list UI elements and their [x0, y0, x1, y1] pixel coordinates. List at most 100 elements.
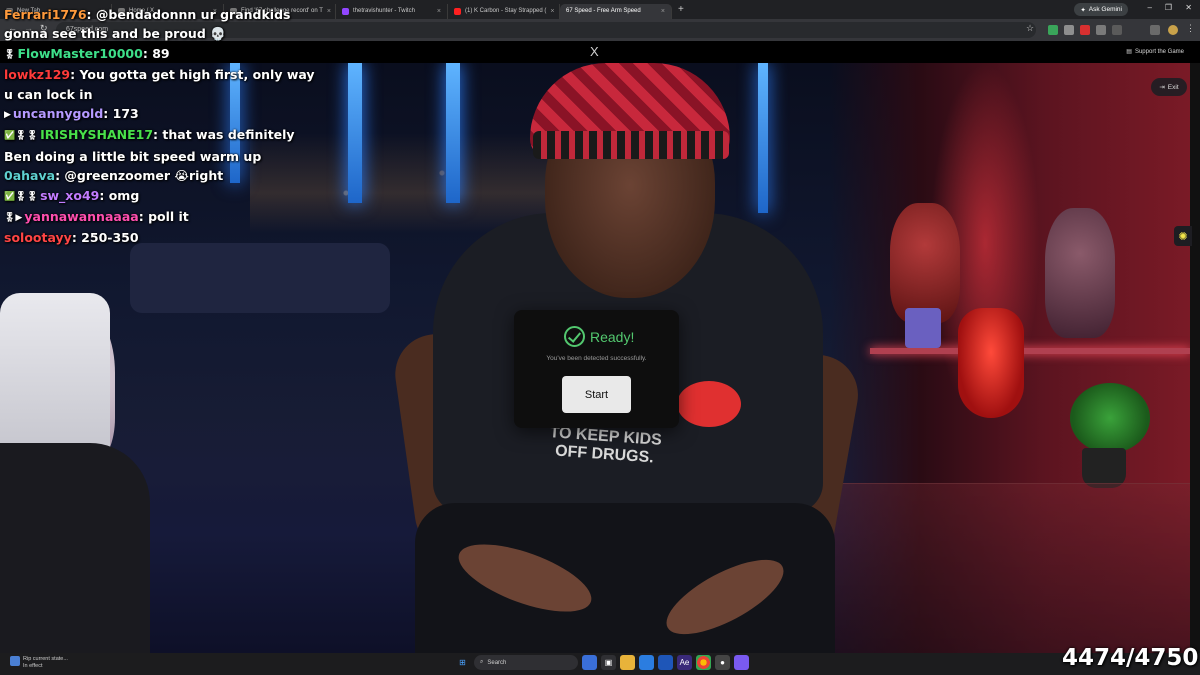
chat-username[interactable]: solootayy — [4, 230, 72, 245]
chat-username[interactable]: 0ahava — [4, 168, 55, 183]
chat-username[interactable]: Ferrari1776 — [4, 7, 87, 22]
after-effects-icon[interactable]: Ae — [677, 655, 692, 670]
ready-dialog: Ready! You've been detected successfully… — [514, 310, 679, 428]
chat-username[interactable]: FlowMaster10000 — [17, 46, 142, 61]
support-label: Support the Game — [1134, 48, 1184, 55]
taskbar-status[interactable]: Rip current state... In effect — [10, 656, 68, 670]
bookmark-star-icon[interactable]: ☆ — [1026, 23, 1034, 34]
chat-username[interactable]: yannawannaaaa — [24, 209, 138, 224]
browser-tab-active[interactable]: 67 Speed - Free Arm Speed × — [560, 3, 672, 19]
chat-username[interactable]: IRISHYSHANE17 — [40, 127, 153, 142]
user-badge-icon: 🎖▶ — [4, 213, 23, 224]
chat-separator: : — [138, 209, 149, 225]
chat-separator: : — [153, 127, 163, 143]
shirt-logo — [677, 381, 741, 427]
extension-icon[interactable] — [1112, 25, 1122, 35]
taskbar-search[interactable]: ⌕ Search — [474, 655, 578, 670]
chat-separator: : — [86, 7, 96, 22]
chat-text: You gotta get high first, only way — [79, 67, 315, 83]
extension-icon[interactable] — [1096, 25, 1106, 35]
obs-icon[interactable]: ● — [715, 655, 730, 670]
search-icon: ⌕ — [480, 659, 484, 665]
close-icon[interactable]: × — [661, 8, 665, 15]
x-logo-icon[interactable]: X — [590, 44, 599, 59]
profile-avatar[interactable] — [1168, 25, 1178, 35]
chat-text: u can lock in — [4, 86, 93, 102]
chat-message: solootayy: 250-350 — [4, 228, 304, 247]
photos-icon[interactable] — [658, 655, 673, 670]
store-icon[interactable] — [639, 655, 654, 670]
chat-message: u can lock in — [4, 85, 304, 104]
close-icon[interactable]: × — [550, 8, 554, 15]
toy-figure — [890, 203, 960, 323]
chat-separator: : — [103, 106, 113, 122]
chrome-icon[interactable] — [696, 655, 711, 670]
box-item — [905, 308, 941, 348]
couch — [130, 243, 390, 313]
start-button[interactable]: Start — [562, 376, 631, 413]
extension-icon[interactable] — [1064, 25, 1074, 35]
chat-message: ✅🎖🎖 sw_xo49: omg — [4, 186, 304, 207]
ready-subtitle: You've been detected successfully. — [546, 355, 647, 362]
file-explorer-icon[interactable] — [620, 655, 635, 670]
chat-text: 89 — [152, 45, 170, 61]
search-label: Search — [487, 659, 507, 666]
exit-icon: ⇥ — [1159, 84, 1165, 91]
chat-text: gonna see this and be proud 💀 — [4, 26, 226, 42]
chat-message: ▶ uncannygold: 173 — [4, 104, 304, 125]
support-the-game-link[interactable]: ▤ Support the Game — [1126, 48, 1184, 56]
chat-message: 🎖 FlowMaster10000: 89 — [4, 44, 304, 65]
kebab-menu-icon[interactable]: ⋮ — [1186, 23, 1195, 34]
chat-text: 173 — [112, 106, 139, 122]
chat-overlay: Ferrari1776: @bendadonnn ur grandkids gon… — [4, 5, 315, 248]
downloads-icon[interactable] — [1150, 25, 1160, 35]
ask-gemini-label: Ask Gemini — [1088, 6, 1122, 13]
close-window-icon[interactable]: ✕ — [1185, 3, 1192, 12]
tab-label: 67 Speed - Free Arm Speed — [566, 8, 641, 14]
exit-button[interactable]: ⇥ Exit — [1151, 78, 1187, 96]
chat-username[interactable]: lowkz129 — [4, 67, 70, 82]
extension-icon[interactable] — [1048, 25, 1058, 35]
chat-separator: : — [142, 45, 153, 61]
chat-username[interactable]: sw_xo49 — [40, 188, 99, 203]
user-badge-icon: 🎖 — [4, 49, 16, 60]
person-foreground — [0, 443, 150, 653]
chat-message: Ben doing a little bit speed warm up — [4, 147, 304, 166]
status-line: In effect — [23, 663, 43, 669]
chat-separator: : — [71, 230, 82, 246]
chat-text: @bendadonnn ur grandkids — [95, 7, 291, 22]
chat-text: Ben doing a little bit speed warm up — [4, 148, 262, 164]
browser-tab[interactable]: (1) K Carbon - Stay Strapped (× — [448, 3, 560, 19]
support-icon: ▤ — [1126, 49, 1132, 55]
scrollbar[interactable] — [1190, 63, 1200, 653]
glass-table — [830, 483, 1190, 653]
close-icon[interactable]: × — [327, 8, 331, 15]
copilot-icon[interactable] — [582, 655, 597, 670]
chat-username[interactable]: uncannygold — [13, 106, 103, 121]
taskbar: Rip current state... In effect ⊞ ⌕ Search … — [0, 653, 1200, 675]
extension-icon[interactable] — [1080, 25, 1090, 35]
sun-icon[interactable]: ✺ — [1174, 226, 1192, 246]
weather-icon — [10, 656, 20, 666]
chat-message: lowkz129: You gotta get high first, only… — [4, 65, 315, 84]
browser-tab[interactable]: thetravishunter - Twitch × — [336, 3, 448, 19]
minimize-icon[interactable]: – — [1148, 3, 1152, 12]
tab-favicon-icon — [454, 7, 461, 15]
chat-text: that was definitely — [162, 127, 295, 143]
maximize-icon[interactable]: ❐ — [1165, 3, 1172, 12]
chat-message: 0ahava: @greenzoomer 😭right — [4, 166, 304, 185]
tab-favicon-icon — [342, 7, 349, 15]
ask-gemini-button[interactable]: ✦ Ask Gemini — [1074, 3, 1128, 16]
chat-message: gonna see this and be proud 💀 — [4, 24, 304, 43]
chat-message: ✅🎖🎖 IRISHYSHANE17: that was definitely — [4, 125, 304, 146]
close-icon[interactable]: × — [437, 8, 441, 15]
windows-start-icon[interactable]: ⊞ — [455, 655, 470, 670]
app-icon[interactable] — [734, 655, 749, 670]
rep-counter: 4474/4750 — [1062, 645, 1199, 671]
new-tab-button[interactable]: + — [672, 4, 690, 15]
plant-pot — [1082, 448, 1126, 488]
user-badge-icon: ▶ — [4, 110, 11, 121]
durag-band — [533, 131, 729, 159]
task-view-icon[interactable]: ▣ — [601, 655, 616, 670]
gemini-icon: ✦ — [1080, 6, 1086, 14]
